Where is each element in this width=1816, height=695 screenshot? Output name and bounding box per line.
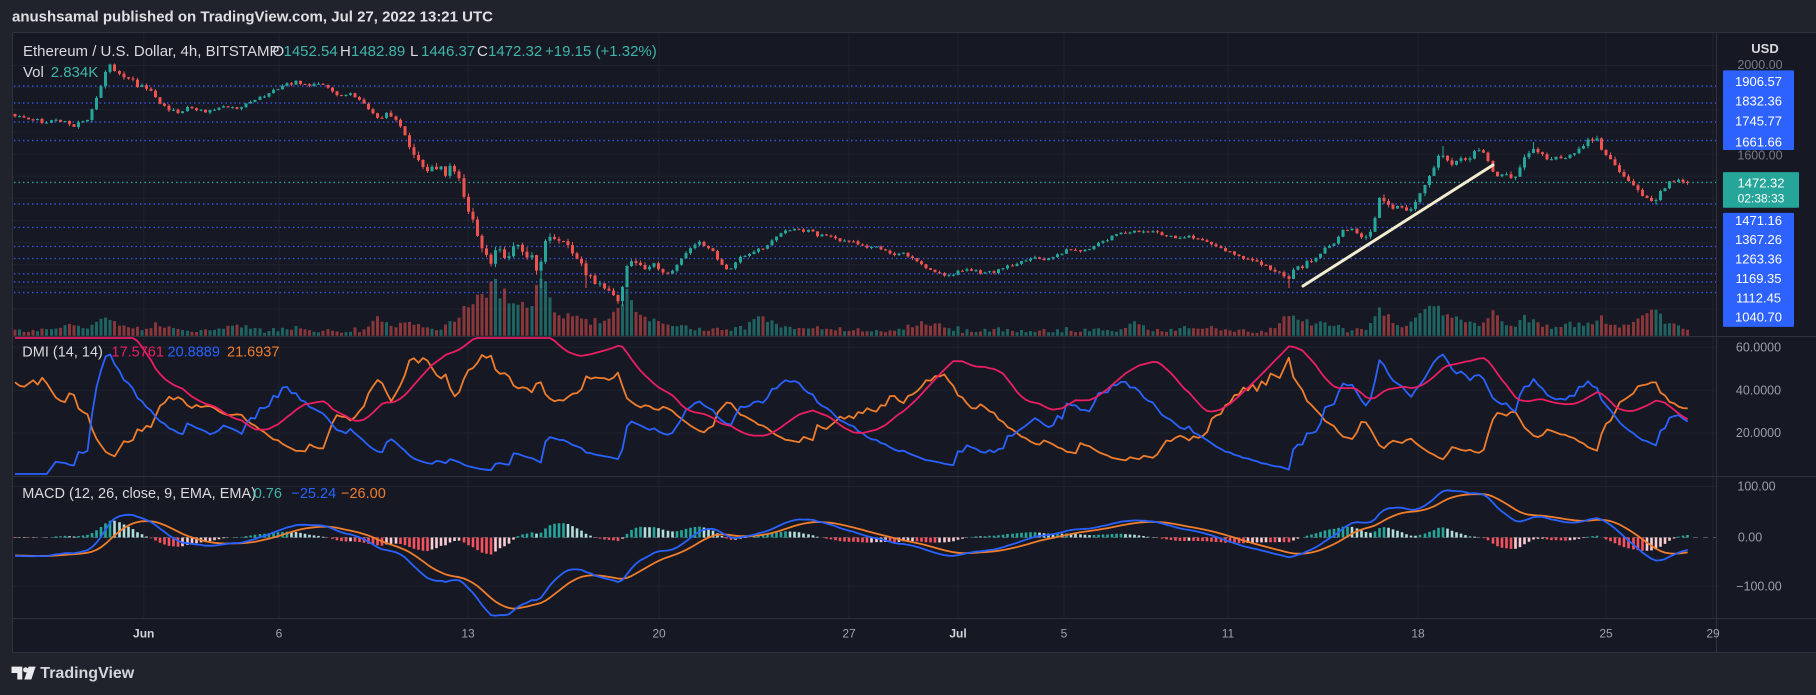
svg-text:1446.37: 1446.37	[421, 43, 475, 60]
svg-text:−100.00: −100.00	[1736, 579, 1782, 593]
svg-text:Jun: Jun	[133, 627, 154, 641]
svg-text:20.8889: 20.8889	[168, 345, 220, 361]
svg-text:18: 18	[1411, 627, 1425, 641]
svg-text:1040.70: 1040.70	[1735, 310, 1782, 325]
svg-text:−25.24: −25.24	[291, 486, 336, 502]
svg-text:Ethereum / U.S. Dollar, 4h, BI: Ethereum / U.S. Dollar, 4h, BITSTAMP	[23, 43, 279, 60]
svg-text:1482.89: 1482.89	[351, 43, 405, 60]
svg-text:1661.66: 1661.66	[1735, 135, 1782, 150]
svg-text:L: L	[410, 43, 418, 60]
svg-text:29: 29	[1706, 627, 1720, 641]
svg-text:1367.26: 1367.26	[1735, 232, 1782, 247]
svg-text:1906.57: 1906.57	[1735, 74, 1782, 89]
svg-text:21.6937: 21.6937	[227, 345, 279, 361]
svg-text:DMI (14, 14): DMI (14, 14)	[22, 345, 103, 361]
svg-text:20.0000: 20.0000	[1736, 426, 1781, 440]
svg-text:13: 13	[461, 627, 475, 641]
svg-text:1471.16: 1471.16	[1735, 213, 1782, 228]
svg-text:11: 11	[1222, 627, 1235, 641]
svg-text:02:38:33: 02:38:33	[1738, 192, 1785, 206]
svg-text:+19.15 (+1.32%): +19.15 (+1.32%)	[545, 43, 657, 60]
svg-text:0.00: 0.00	[1738, 531, 1762, 545]
svg-text:20: 20	[652, 627, 666, 641]
svg-text:1472.32: 1472.32	[488, 43, 542, 60]
svg-text:Jul: Jul	[949, 627, 966, 641]
svg-text:1112.45: 1112.45	[1736, 290, 1781, 305]
svg-text:O: O	[273, 43, 285, 60]
svg-text:17.5761: 17.5761	[112, 345, 164, 361]
svg-text:USD: USD	[1751, 41, 1778, 56]
svg-text:60.0000: 60.0000	[1736, 340, 1781, 354]
svg-text:40.0000: 40.0000	[1736, 383, 1781, 397]
svg-text:2.834K: 2.834K	[51, 64, 99, 81]
svg-text:anushsamal published on Tradin: anushsamal published on TradingView.com,…	[12, 9, 493, 26]
svg-text:6: 6	[276, 627, 283, 641]
svg-text:0.76: 0.76	[254, 486, 282, 502]
svg-text:C: C	[477, 43, 488, 60]
svg-text:Vol: Vol	[23, 64, 44, 81]
svg-text:25: 25	[1599, 627, 1613, 641]
svg-text:TradingView: TradingView	[40, 665, 135, 682]
svg-text:−26.00: −26.00	[341, 486, 386, 502]
svg-text:1832.36: 1832.36	[1735, 94, 1782, 109]
svg-text:27: 27	[842, 627, 856, 641]
svg-text:1452.54: 1452.54	[284, 43, 338, 60]
svg-text:1263.36: 1263.36	[1735, 252, 1782, 267]
svg-text:1745.77: 1745.77	[1735, 114, 1782, 129]
svg-text:2000.00: 2000.00	[1737, 58, 1782, 72]
svg-text:5: 5	[1061, 627, 1068, 641]
svg-text:100.00: 100.00	[1737, 480, 1775, 494]
svg-text:1472.32: 1472.32	[1738, 176, 1785, 191]
svg-text:H: H	[340, 43, 351, 60]
svg-text:MACD (12, 26, close, 9, EMA, E: MACD (12, 26, close, 9, EMA, EMA)	[22, 486, 256, 502]
svg-text:1600.00: 1600.00	[1737, 148, 1782, 162]
svg-text:1169.35: 1169.35	[1735, 271, 1781, 286]
